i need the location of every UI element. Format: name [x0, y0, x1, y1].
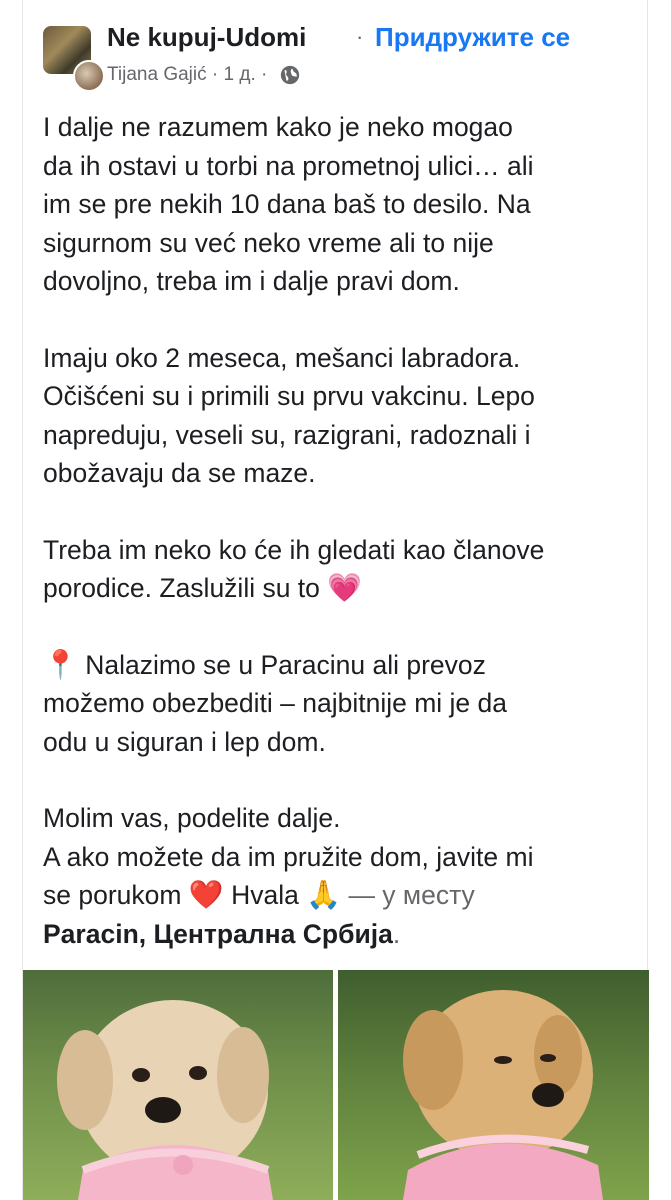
author-avatar[interactable]	[73, 60, 105, 92]
photo-grid	[23, 970, 649, 1200]
puppy-2-illustration	[403, 990, 603, 1200]
pray-icon: 🙏	[306, 879, 342, 910]
author-name-link[interactable]: Tijana Gajić	[107, 64, 207, 85]
puppy-photo-2[interactable]	[338, 970, 649, 1200]
paragraph-3: Treba im neko ko će ih gledati kao člano…	[43, 531, 633, 608]
pin-icon: 📍	[43, 648, 78, 680]
group-name-link[interactable]: Ne kupuj-Udomi	[107, 22, 306, 53]
location-link[interactable]: Paracin, Централна Србија	[43, 919, 393, 949]
pink-heart-icon: 💗	[327, 572, 363, 603]
separator-dot: ·	[356, 24, 364, 49]
post-meta: Tijana Gajić · 1 д. ·	[107, 64, 301, 86]
text-line: Paracin, Централна Србија.	[43, 915, 633, 954]
text-line: dovoljno, treba im i dalje pravi dom.	[43, 266, 460, 296]
text-line-with-emoji: porodice. Zaslužili su to 💗	[43, 569, 633, 608]
text-line: napreduju, veseli su, razigrani, radozna…	[43, 419, 531, 450]
post-body: I dalje ne razumem kako je neko mogao da…	[43, 108, 633, 953]
text-line: možemo obezbediti – najbitnije mi je da	[43, 688, 508, 718]
post-header: Ne kupuj-Udomi · Придружите се Tijana Ga…	[43, 22, 643, 92]
text-line: Molim vas, podelite dalje.	[43, 803, 341, 833]
paragraph-2: Imaju oko 2 meseca, mešanci labradora. O…	[43, 339, 633, 493]
post-card: Ne kupuj-Udomi · Придружите се Tijana Ga…	[22, 0, 649, 1200]
text-line: Imaju oko 2 meseca, mešanci labradora.	[43, 342, 521, 373]
paragraph-4: 📍 Nalazimo se u Paracinu ali prevoz može…	[43, 646, 633, 762]
meta-separator: ·	[211, 64, 219, 85]
text-segment: Hvala	[223, 880, 299, 910]
post-time[interactable]: 1 д.	[224, 64, 256, 85]
text-line: Očišćeni su i primili su prvu vakcinu. L…	[43, 381, 535, 411]
location-prefix: — у месту	[341, 880, 475, 910]
text-line: Treba im neko ko će ih gledati kao člano…	[43, 534, 545, 565]
globe-icon	[280, 65, 299, 85]
text-line: obožavaju da se maze.	[43, 458, 316, 488]
separator-dot-2: ·	[261, 64, 268, 85]
text-line: sigurnom su već neko vreme ali to nije	[43, 227, 494, 258]
text-line: im se pre nekih 10 dana baš to desilo. N…	[43, 189, 531, 219]
text-line: da ih ostavi u torbi na prometnoj ulici……	[43, 150, 534, 181]
text-line: A ako možete da im pružite dom, javite m…	[43, 841, 534, 872]
text-segment: Nalazimo se u Paracinu ali prevoz	[77, 649, 486, 680]
text-line-with-emoji: se porukom ❤️ Hvala 🙏 — у месту	[43, 876, 633, 915]
location-period: .	[392, 918, 401, 949]
puppy-photo-1[interactable]	[23, 970, 333, 1200]
red-heart-icon: ❤️	[188, 879, 224, 910]
text-segment: porodice. Zaslužili su to	[43, 573, 320, 603]
join-group-button[interactable]: Придружите се	[375, 22, 570, 53]
paragraph-1: I dalje ne razumem kako je neko mogao da…	[43, 108, 633, 301]
text-line: I dalje ne razumem kako je neko mogao	[43, 112, 513, 142]
puppy-1-illustration	[57, 1000, 273, 1200]
text-segment: se porukom	[43, 880, 182, 910]
paragraph-5: Molim vas, podelite dalje. A ako možete …	[43, 799, 633, 953]
text-line-with-emoji: 📍 Nalazimo se u Paracinu ali prevoz	[43, 646, 633, 685]
text-line: odu u siguran i lep dom.	[43, 726, 326, 757]
